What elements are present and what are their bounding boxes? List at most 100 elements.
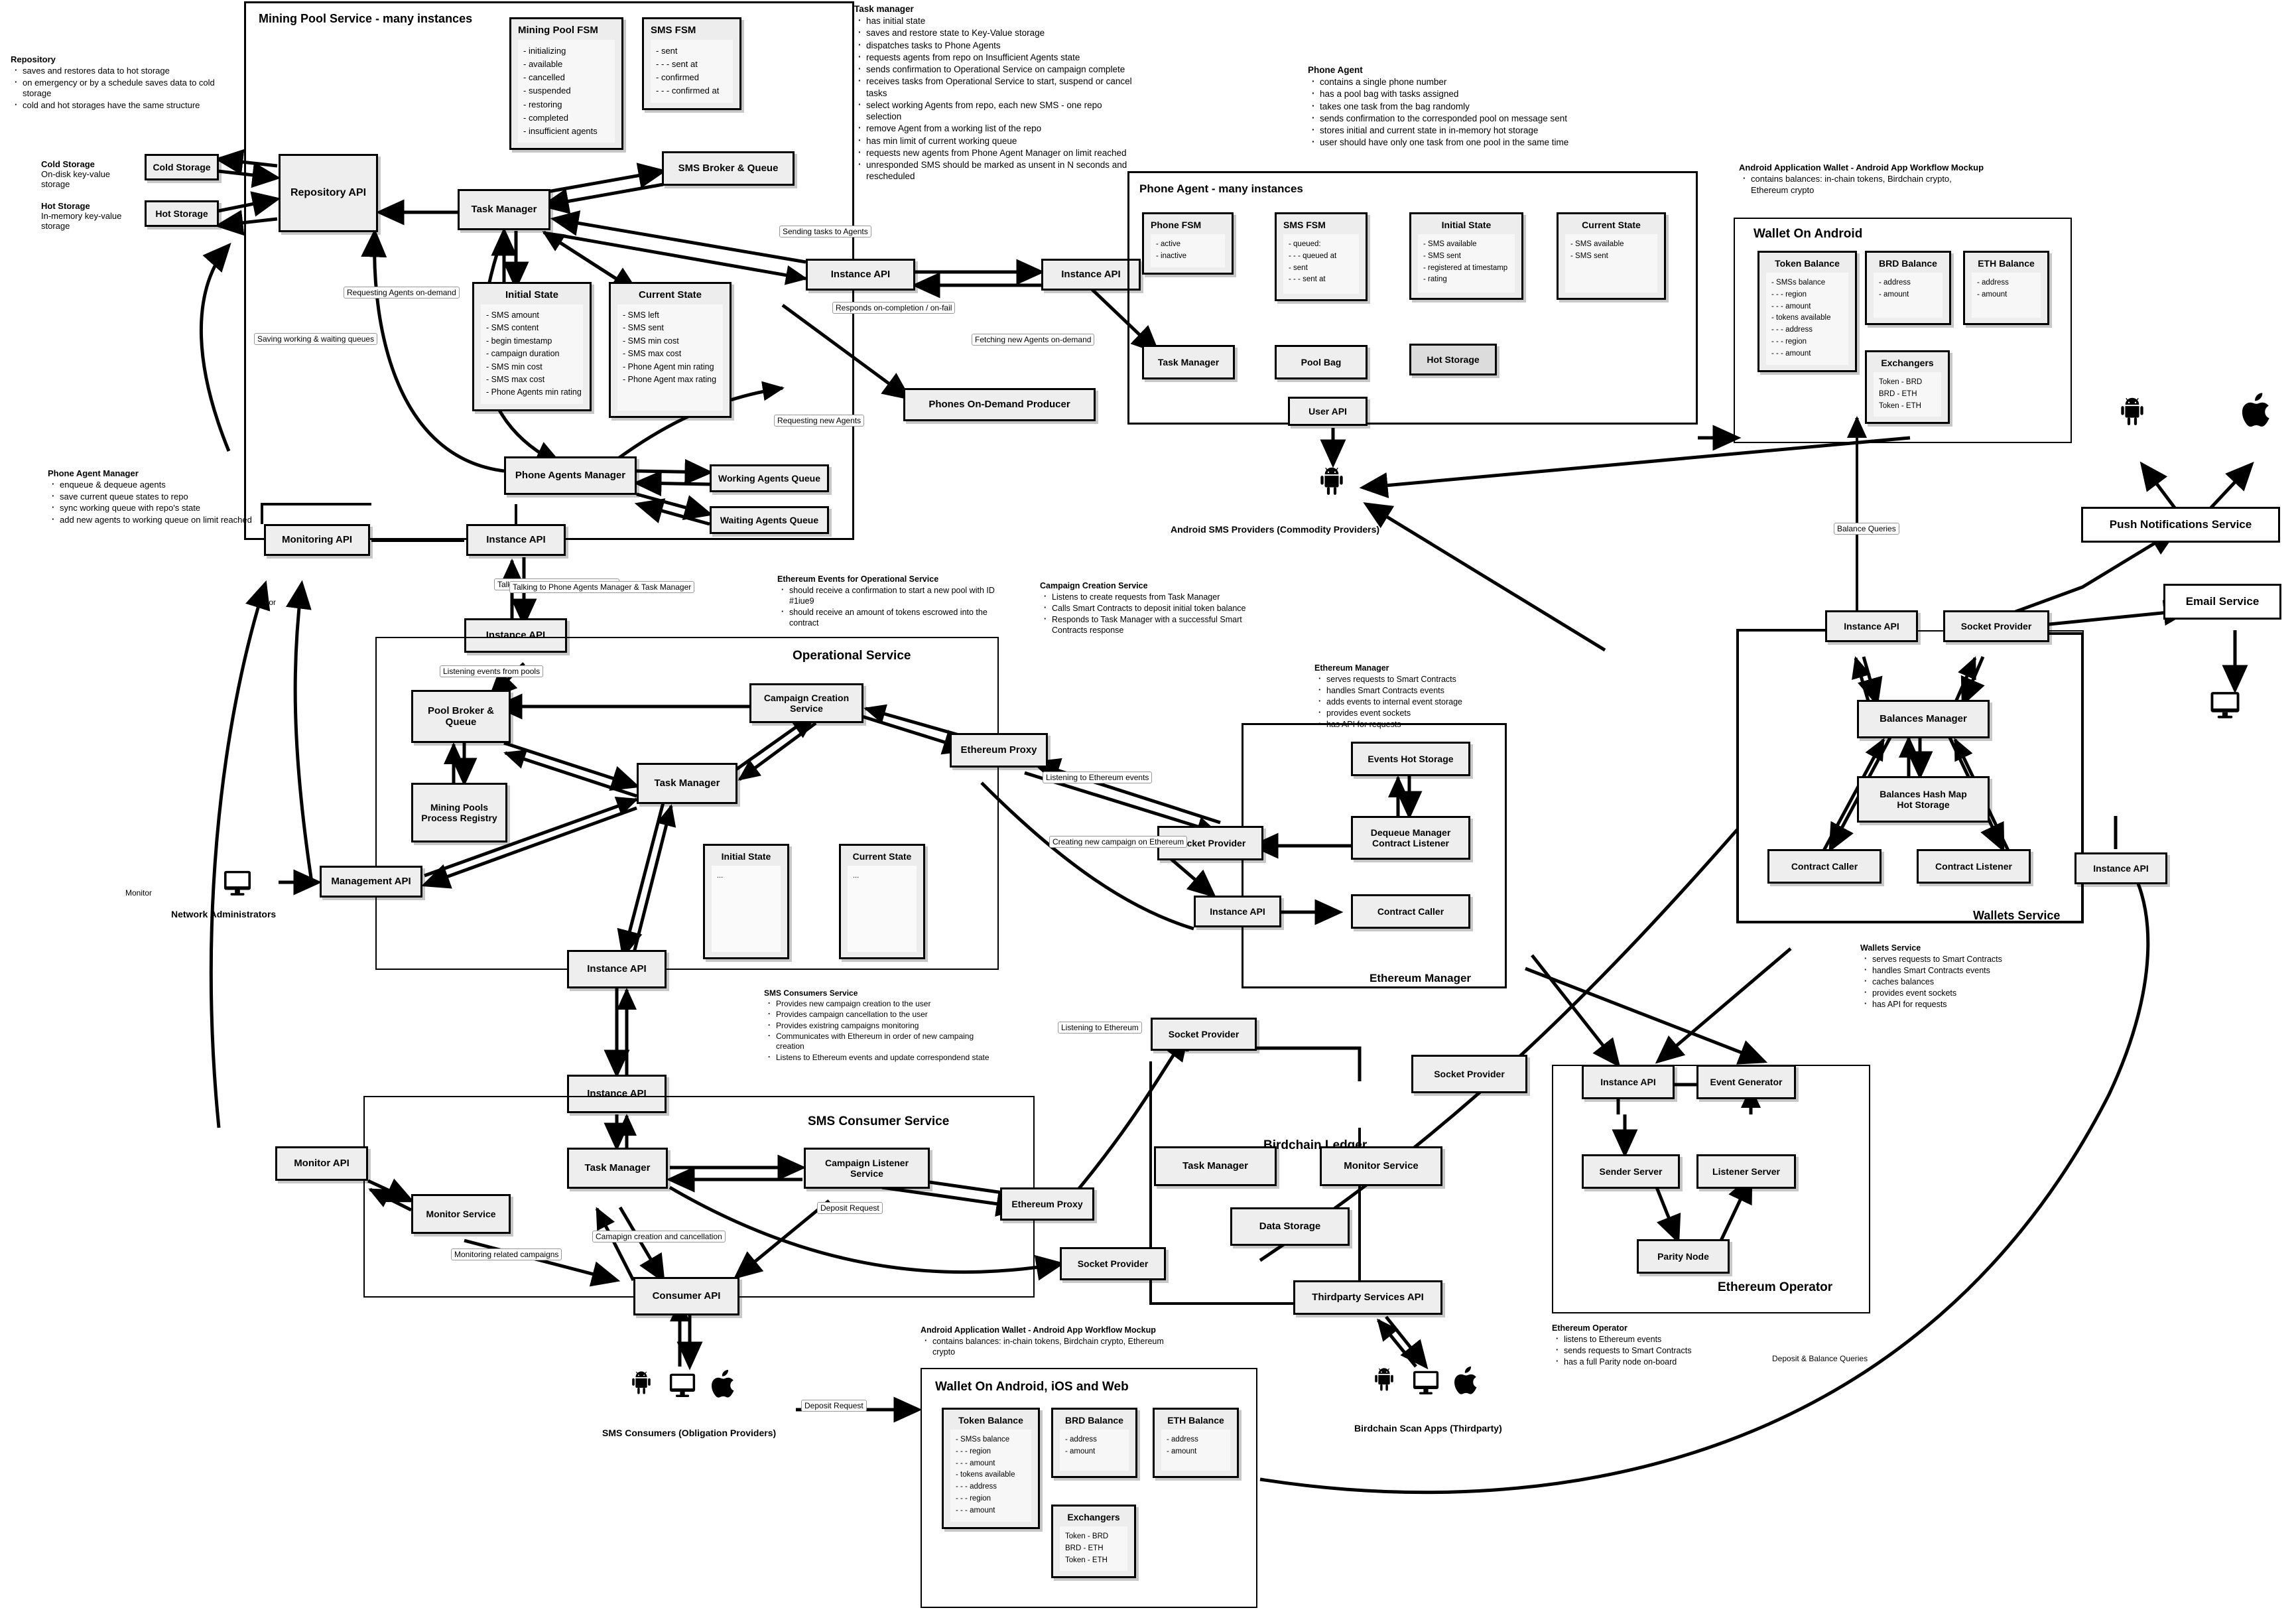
node-eo-event-generator[interactable]: Event Generator <box>1696 1065 1796 1099</box>
node-phones-on-demand-producer[interactable]: Phones On-Demand Producer <box>903 388 1096 421</box>
node-cold-storage[interactable]: Cold Storage <box>145 154 219 180</box>
caption-network-administrators: Network Administrators <box>171 909 277 919</box>
node-label: Task Manager <box>1157 356 1220 368</box>
node-bl-socket-provider-left[interactable]: Socket Provider <box>1151 1018 1257 1051</box>
node-ws-instance-api-right[interactable]: Instance API <box>2074 852 2167 884</box>
node-phone-agent-instance-api[interactable]: Instance API <box>1041 259 1141 291</box>
node-phone-agents-manager[interactable]: Phone Agents Manager <box>504 456 637 495</box>
card-item: - SMS max cost <box>623 349 682 359</box>
node-bl-data-storage[interactable]: Data Storage <box>1230 1207 1350 1246</box>
node-em-dequeue-manager-contract-listener[interactable]: Dequeue Manager Contract Listener <box>1351 816 1470 860</box>
node-monitor-api[interactable]: Monitor API <box>275 1146 368 1181</box>
node-working-agents-queue[interactable]: Working Agents Queue <box>710 464 829 492</box>
node-mining-pool-instance-api[interactable]: Instance API <box>806 259 915 291</box>
group-title-mining-pool-service: Mining Pool Service - many instances <box>259 12 473 25</box>
node-eo-parity-node[interactable]: Parity Node <box>1637 1239 1730 1274</box>
node-user-api[interactable]: User API <box>1288 397 1368 426</box>
node-bl-socket-provider-right[interactable]: Socket Provider <box>1411 1055 1527 1093</box>
node-ws-instance-api-top[interactable]: Instance API <box>1825 610 1918 642</box>
node-thirdparty-services-api[interactable]: Thirdparty Services API <box>1293 1280 1442 1315</box>
node-ethereum-proxy-top[interactable]: Ethereum Proxy <box>950 733 1048 768</box>
node-pa-task-manager[interactable]: Task Manager <box>1142 345 1235 379</box>
node-operational-instance-api-bottom[interactable]: Instance API <box>567 950 667 988</box>
apple-logo-icon <box>2242 393 2269 427</box>
card-item: - - - queued at <box>1289 251 1337 260</box>
node-monitoring-api[interactable]: Monitoring API <box>264 524 370 556</box>
node-campaign-creation-service[interactable]: Campaign Creation Service <box>749 683 863 723</box>
node-operational-task-manager[interactable]: Task Manager <box>637 763 737 804</box>
node-email-service[interactable]: Email Service <box>2163 584 2281 620</box>
node-ethereum-proxy-bottom[interactable]: Ethereum Proxy <box>1000 1187 1094 1221</box>
node-em-instance-api[interactable]: Instance API <box>1194 896 1281 927</box>
node-label: Event Generator <box>1710 1076 1783 1087</box>
note-title: Ethereum Events for Operational Service <box>777 574 939 584</box>
note-wallets-service: Wallets Service serves requests to Smart… <box>1860 943 2079 1010</box>
node-label: Ethereum Proxy <box>1011 1198 1083 1209</box>
note-item: Listens to create requests from Task Man… <box>1044 591 1259 602</box>
node-push-notifications-service[interactable]: Push Notifications Service <box>2081 507 2280 543</box>
node-bl-task-manager[interactable]: Task Manager <box>1154 1146 1277 1186</box>
node-hot-storage[interactable]: Hot Storage <box>145 200 219 227</box>
node-em-events-hot-storage[interactable]: Events Hot Storage <box>1351 742 1470 776</box>
node-pa-hot-storage[interactable]: Hot Storage <box>1409 344 1497 375</box>
card-item: - Phone Agents min rating <box>486 387 582 397</box>
edge-label-campaign-creation-cancellation: Camapign creation and cancellation <box>592 1231 726 1242</box>
node-ws-socket-provider[interactable]: Socket Provider <box>1943 610 2049 642</box>
note-list: enqueue & dequeue agents save current qu… <box>48 479 267 526</box>
edge-label-fetching-new-agents: Fetching new Agents on-demand <box>972 334 1095 346</box>
node-sms-task-manager[interactable]: Task Manager <box>567 1148 668 1189</box>
node-consumer-api[interactable]: Consumer API <box>633 1277 739 1315</box>
node-eo-instance-api[interactable]: Instance API <box>1582 1065 1675 1099</box>
node-label: Hot Storage <box>1427 354 1480 365</box>
card-item: - - - address <box>1771 326 1813 334</box>
note-ethereum-events: Ethereum Events for Operational Service … <box>777 574 1003 629</box>
node-pool-bag[interactable]: Pool Bag <box>1275 345 1368 379</box>
desktop-monitor-icon <box>223 870 251 896</box>
node-label: Task Manager <box>471 204 537 216</box>
node-monitor-service[interactable]: Monitor Service <box>411 1194 511 1234</box>
card-operational-current-state: Current State ... <box>839 844 925 959</box>
node-ws-balances-hash-map[interactable]: Balances Hash Map Hot Storage <box>1857 776 1990 823</box>
card-wallet-top-brd-balance: BRD Balance - address - amount <box>1865 251 1951 325</box>
node-management-api[interactable]: Management API <box>320 866 422 898</box>
note-item: sync working queue with repo's state <box>52 502 267 514</box>
node-repository-api[interactable]: Repository API <box>279 154 378 232</box>
node-bl-monitor-service[interactable]: Monitor Service <box>1320 1146 1442 1186</box>
card-title: Exchangers <box>1881 358 1934 368</box>
node-ws-contract-listener[interactable]: Contract Listener <box>1917 849 2031 884</box>
node-label: Task Manager <box>1182 1160 1248 1172</box>
node-label: Task Manager <box>654 777 720 789</box>
card-item: - SMS content <box>486 323 539 333</box>
node-em-contract-caller[interactable]: Contract Caller <box>1351 894 1470 929</box>
note-title: Phone Agent Manager <box>48 468 139 478</box>
node-label: Socket Provider <box>1434 1068 1505 1079</box>
card-item: - SMS min cost <box>486 362 542 371</box>
card-title: Current State <box>1582 220 1641 230</box>
node-monitoring-instance-api[interactable]: Instance API <box>466 524 566 556</box>
card-mining-pool-sms-fsm: SMS FSM - sent - - - sent at - confirmed… <box>642 17 741 110</box>
node-waiting-agents-queue[interactable]: Waiting Agents Queue <box>710 506 829 534</box>
card-item: - amount <box>1167 1447 1197 1455</box>
card-wallet-bottom-eth-balance: ETH Balance - address - amount <box>1153 1408 1239 1478</box>
card-item: - SMS sent <box>623 323 664 333</box>
node-pool-broker-queue[interactable]: Pool Broker & Queue <box>411 690 511 743</box>
card-wallet-bottom-token-balance: Token Balance - SMSs balance - - - regio… <box>942 1408 1040 1529</box>
node-ws-contract-caller[interactable]: Contract Caller <box>1767 849 1881 884</box>
card-item: - - - region <box>956 1495 991 1503</box>
node-sms-broker-queue[interactable]: SMS Broker & Queue <box>662 151 795 186</box>
note-title: Wallets Service <box>1860 943 1921 953</box>
note-list: saves and restores data to hot storage o… <box>11 65 216 111</box>
group-title-wallets-service: Wallets Service <box>1973 909 2061 922</box>
card-title: ETH Balance <box>1167 1415 1224 1426</box>
edge-label-talking-pam-tm: Talking to Phone Agents Manager & Task M… <box>509 581 695 593</box>
apple-logo-icon <box>1454 1366 1477 1394</box>
node-label: Cold Storage <box>153 161 211 172</box>
node-ws-balances-manager[interactable]: Balances Manager <box>1857 700 1990 738</box>
node-eo-sender-server[interactable]: Sender Server <box>1582 1154 1680 1189</box>
note-item: should receive a confirmation to start a… <box>781 584 1003 606</box>
node-mining-pool-task-manager[interactable]: Task Manager <box>458 189 550 230</box>
node-mining-pools-process-registry[interactable]: Mining Pools Process Registry <box>411 783 507 842</box>
node-campaign-listener-service[interactable]: Campaign Listener Service <box>804 1148 930 1189</box>
node-eo-listener-server[interactable]: Listener Server <box>1696 1154 1796 1189</box>
node-bl-socket-provider-bottom[interactable]: Socket Provider <box>1060 1247 1166 1280</box>
